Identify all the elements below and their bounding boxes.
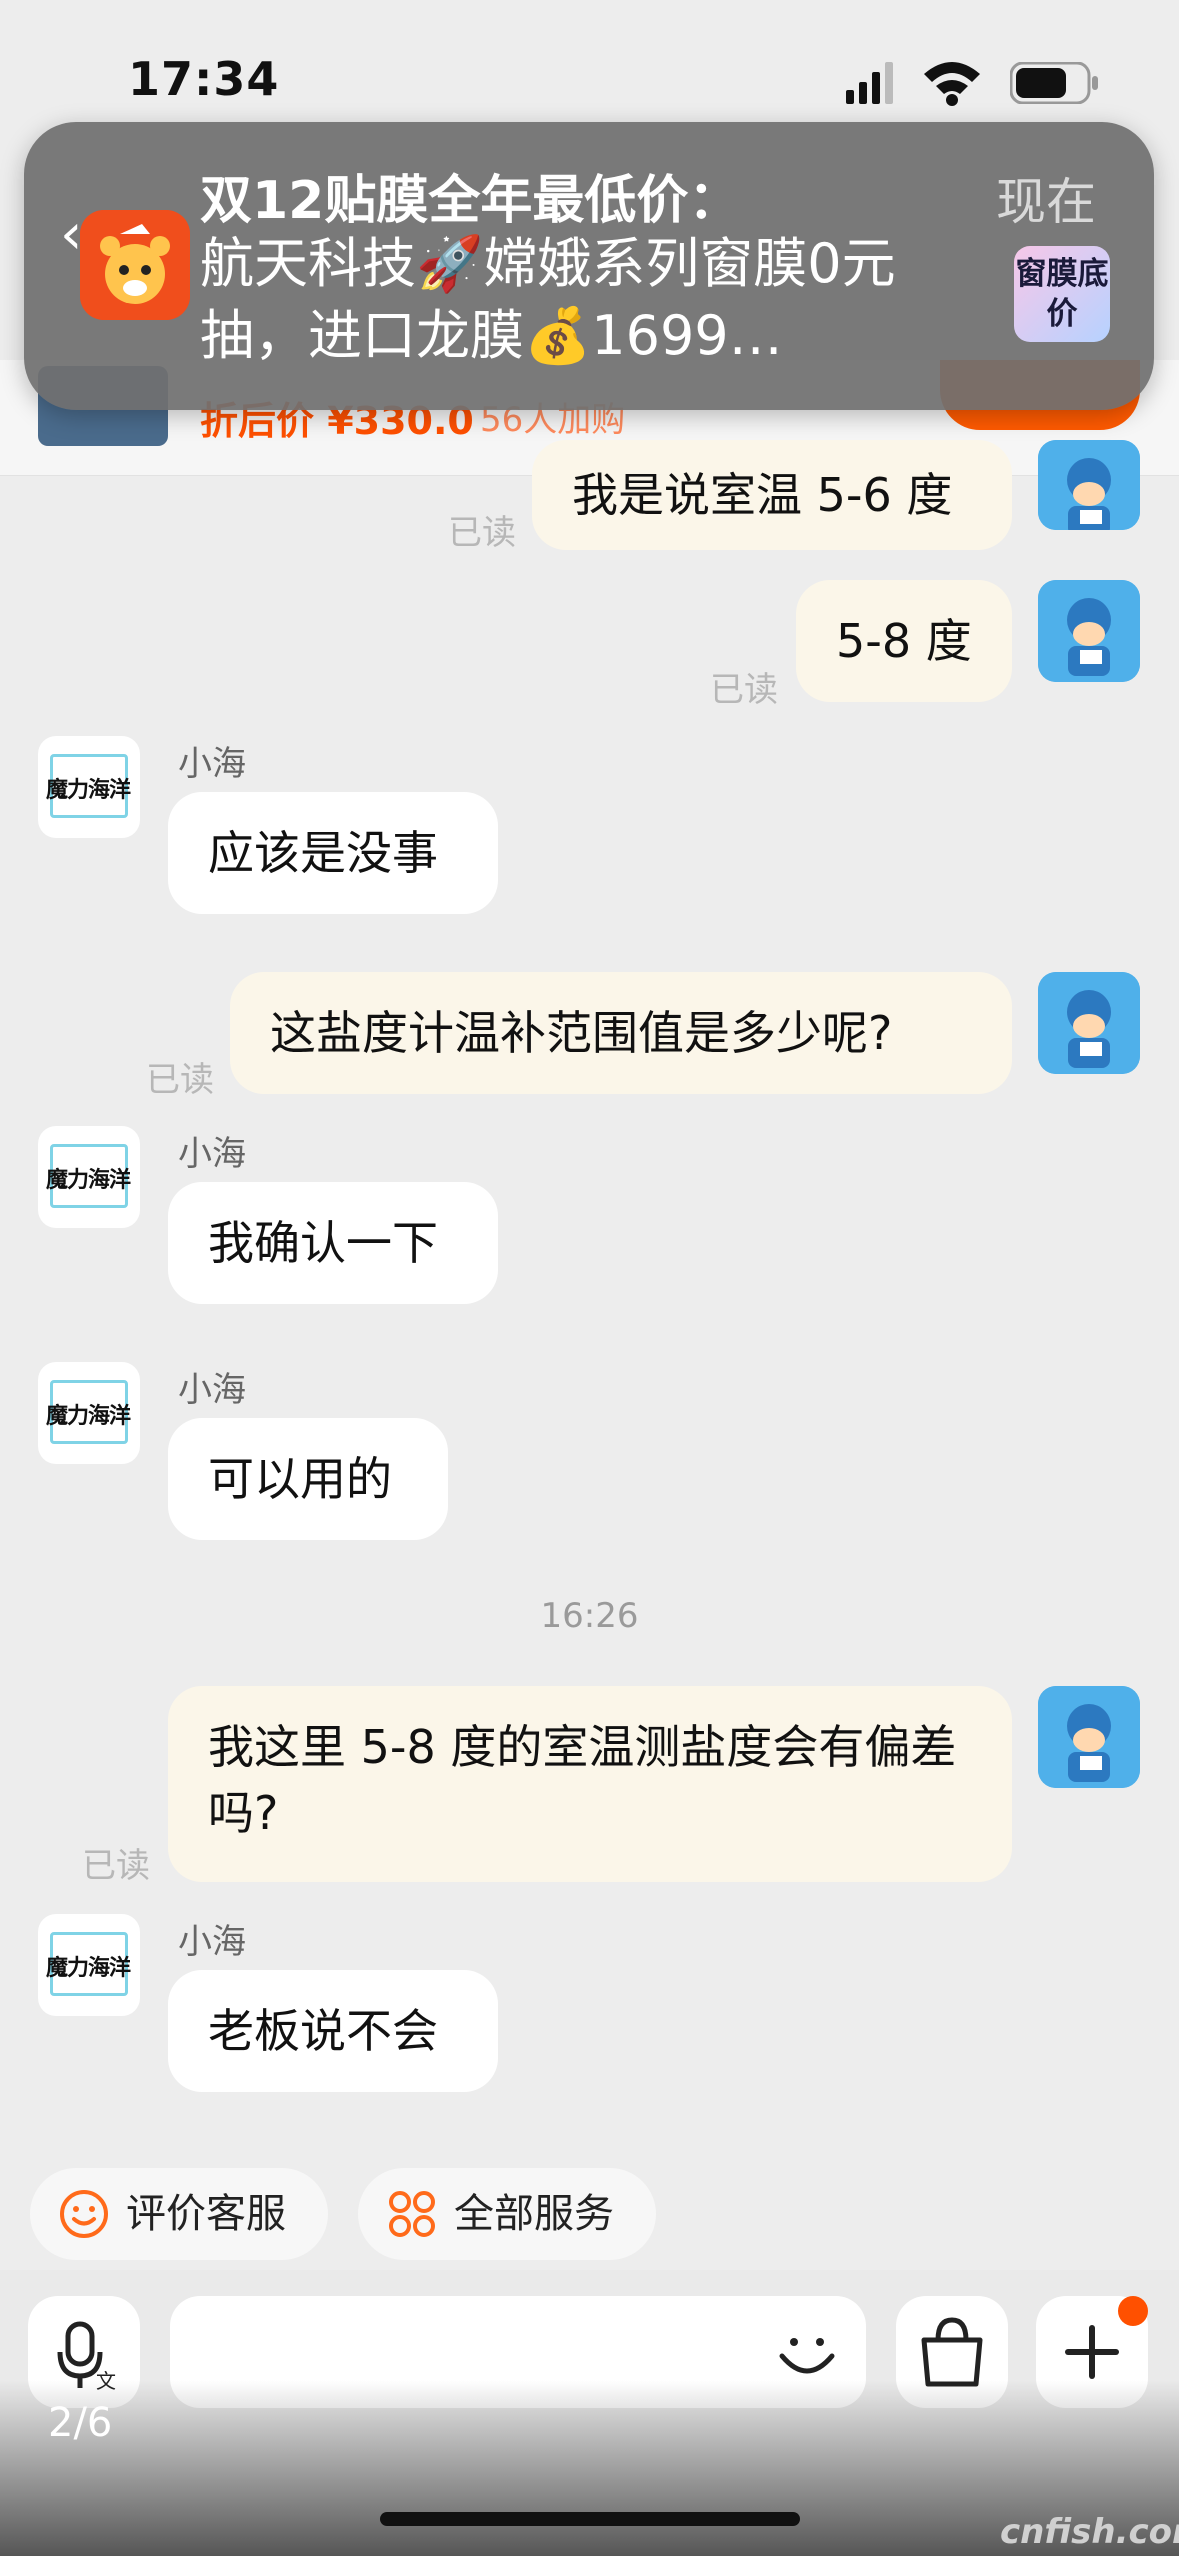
notification-title: 双12贴膜全年最低价： [200,171,741,231]
grid-services-icon [389,2191,435,2237]
my-message-bubble[interactable]: 我是说室温 5-6 度 [532,440,1012,550]
merchant-avatar[interactable]: 魔力海洋 [38,1362,140,1464]
merchant-avatar[interactable]: 魔力海洋 [38,736,140,838]
their-message-bubble[interactable]: 我确认一下 [168,1182,498,1304]
my-avatar[interactable] [1038,1686,1140,1788]
my-message-bubble[interactable]: 这盐度计温补范围值是多少呢? [230,972,1012,1094]
all-services-label: 全部服务 [454,2191,614,2237]
my-avatar[interactable] [1038,972,1140,1074]
notification-body: 航天科技🚀嫦娥系列窗膜0元抽，进口龙膜💰1699… [200,232,896,367]
cellular-signal-icon [846,62,893,104]
page-indicator: 2/6 [48,2400,113,2446]
battery-icon [1010,62,1098,104]
home-indicator[interactable] [380,2512,800,2526]
read-receipt: 已读 [82,1846,150,1886]
read-receipt: 已读 [146,1060,214,1100]
my-message-bubble[interactable]: 我这里 5-8 度的室温测盐度会有偏差吗? [168,1686,1012,1882]
push-notification[interactable]: ‹ 双12贴膜全年最低价： 航天科技🚀嫦娥系列窗膜0元抽，进口龙膜💰1699… … [24,122,1154,410]
read-receipt: 已读 [710,670,778,710]
status-time: 17:34 [128,52,280,106]
their-message-bubble[interactable]: 可以用的 [168,1418,448,1540]
notification-thumbnail: 窗膜底价 [1014,246,1110,342]
merchant-logo-text: 魔力海洋 [46,1956,131,1981]
chat-timestamp: 16:26 [540,1596,639,1636]
notification-dot [1118,2296,1148,2326]
sender-name: 小海 [178,1370,246,1410]
wifi-icon [924,62,980,106]
my-message-bubble[interactable]: 5-8 度 [796,580,1012,702]
sender-name: 小海 [178,1134,246,1174]
rate-service-button[interactable]: 评价客服 [30,2168,328,2260]
merchant-avatar[interactable]: 魔力海洋 [38,1914,140,2016]
my-avatar[interactable] [1038,440,1140,530]
sender-name: 小海 [178,744,246,784]
merchant-logo-text: 魔力海洋 [46,1168,131,1193]
their-message-bubble[interactable]: 老板说不会 [168,1970,498,2092]
merchant-logo-text: 魔力海洋 [46,1404,131,1429]
smile-face-icon [60,2190,108,2238]
sender-name: 小海 [178,1922,246,1962]
rate-service-label: 评价客服 [126,2191,286,2237]
their-message-bubble[interactable]: 应该是没事 [168,792,498,914]
watermark: cnfish.com [1000,2512,1179,2552]
my-avatar[interactable] [1038,580,1140,682]
all-services-button[interactable]: 全部服务 [358,2168,656,2260]
tiger-face-icon [80,210,190,320]
merchant-avatar[interactable]: 魔力海洋 [38,1126,140,1228]
read-receipt: 已读 [448,513,516,553]
back-chevron-icon[interactable]: ‹ [60,202,82,267]
merchant-logo-text: 魔力海洋 [46,778,131,803]
notification-time: 现在 [996,173,1096,231]
